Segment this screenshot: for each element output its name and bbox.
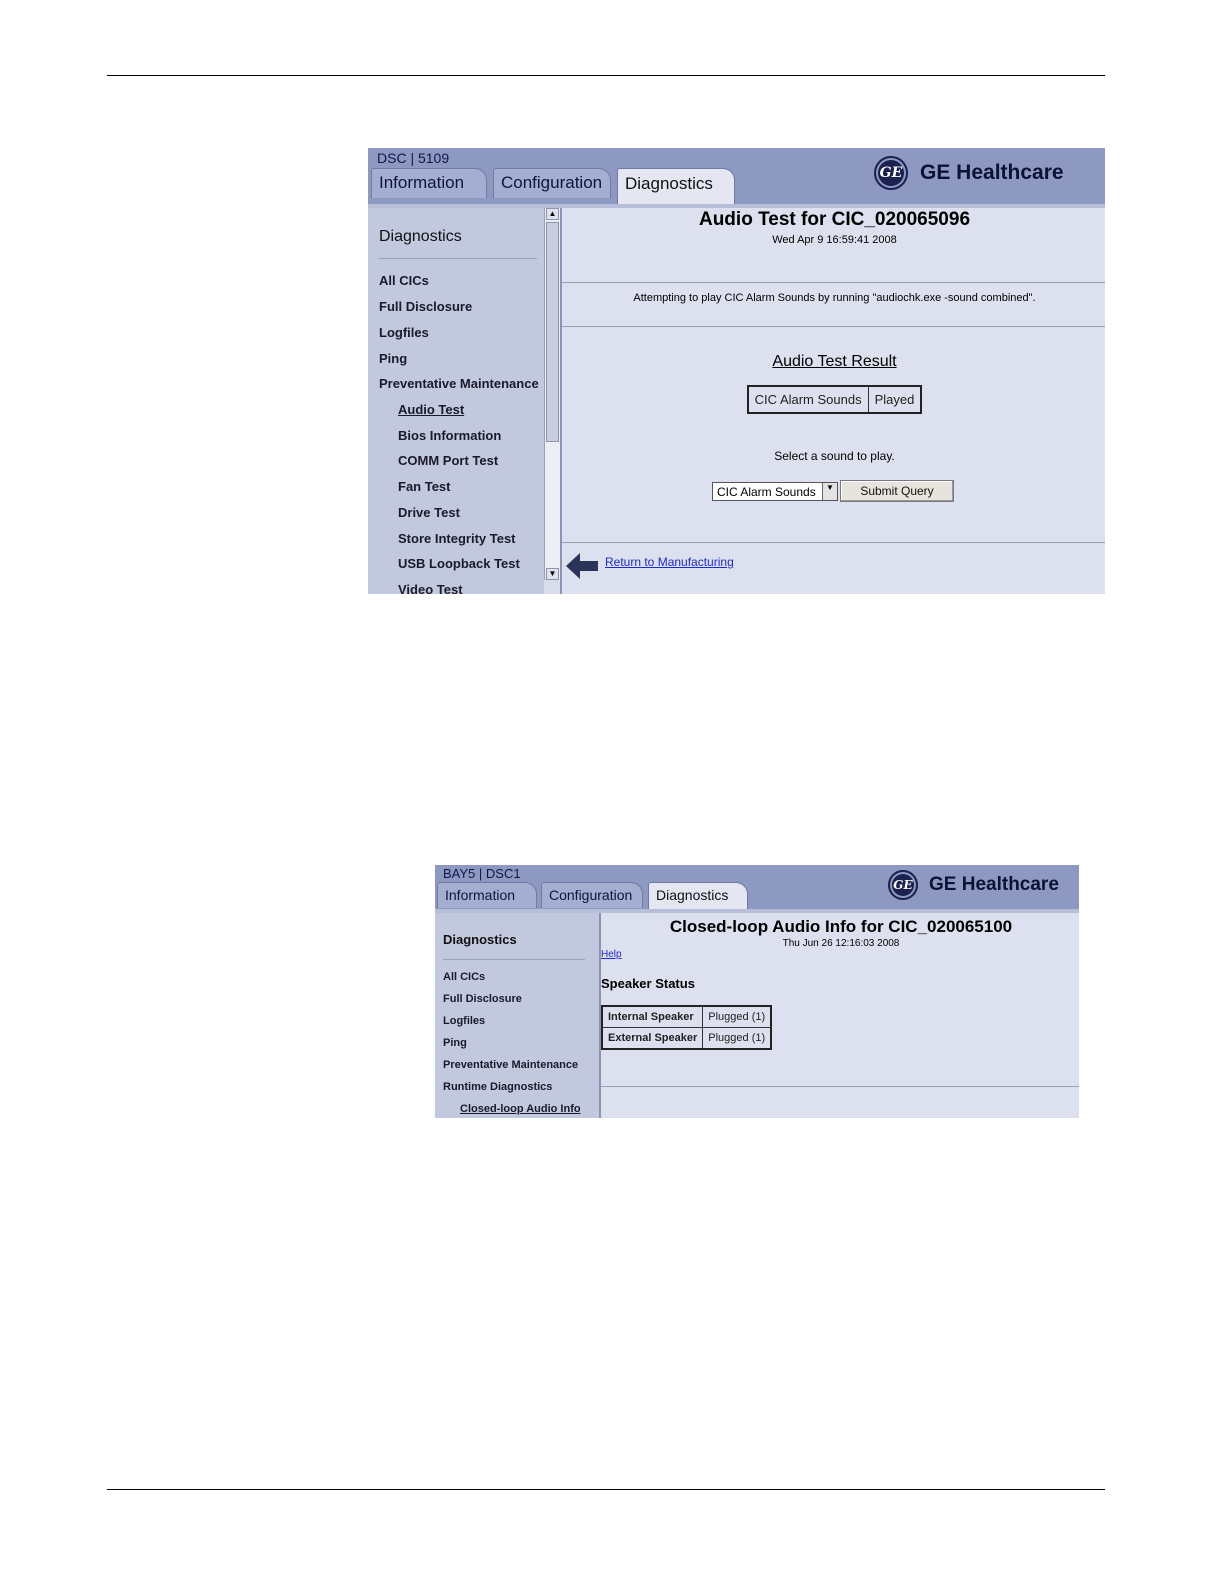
divider	[562, 326, 1105, 327]
table-row: CIC Alarm Sounds Played	[747, 385, 922, 414]
sidebar-item-drive-test[interactable]: Drive Test	[398, 505, 460, 520]
main-panel: Closed-loop Audio Info for CIC_020065100…	[599, 913, 1079, 1118]
sidebar-item-audio-test[interactable]: Audio Test	[398, 402, 464, 417]
sidebar-item-all-cics[interactable]: All CICs	[443, 971, 485, 983]
sidebar-item-closed-loop-audio-info[interactable]: Closed-loop Audio Info	[460, 1103, 581, 1115]
system-label: DSC | 5109	[377, 150, 450, 166]
sidebar-item-usb-loopback-test[interactable]: USB Loopback Test	[398, 556, 520, 571]
tab-label: Diagnostics	[656, 887, 729, 903]
brand-name: GE Healthcare	[920, 161, 1064, 184]
page-timestamp: Wed Apr 9 16:59:41 2008	[772, 234, 897, 246]
sidebar-item-all-cics[interactable]: All CICs	[379, 273, 429, 288]
sidebar-heading: Diagnostics	[379, 228, 462, 245]
tab-label: Configuration	[501, 173, 603, 192]
tab-configuration[interactable]: Configuration	[541, 882, 643, 908]
sound-select-value: CIC Alarm Sounds	[717, 485, 816, 499]
brand-name: GE Healthcare	[929, 874, 1059, 895]
table-row: External Speaker Plugged (1)	[601, 1027, 772, 1050]
top-rule	[107, 75, 1105, 76]
diagnostics-sidebar: Diagnostics All CICs Full Disclosure Log…	[368, 208, 544, 594]
header-bar: DSC | 5109 Information Configuration Dia…	[368, 148, 1105, 204]
page-title: Audio Test for CIC_020065096	[698, 209, 971, 230]
sidebar-item-video-test[interactable]: Video Test	[398, 582, 463, 594]
tab-information[interactable]: Information	[371, 168, 487, 198]
bottom-rule	[107, 1489, 1105, 1490]
sidebar-item-full-disclosure[interactable]: Full Disclosure	[379, 299, 472, 314]
result-table-wrap: CIC Alarm Sounds Played	[562, 385, 1105, 414]
closed-loop-audio-screenshot: BAY5 | DSC1 Information Configuration Di…	[435, 865, 1079, 1118]
sound-select[interactable]: CIC Alarm Sounds ▼	[712, 482, 838, 501]
sidebar-item-fan-test[interactable]: Fan Test	[398, 479, 451, 494]
page-title: Closed-loop Audio Info for CIC_020065100	[669, 917, 1013, 936]
sidebar-item-bios-information[interactable]: Bios Information	[398, 428, 501, 443]
left-arrow-icon	[566, 553, 598, 579]
sidebar-divider	[379, 258, 537, 259]
speaker-status: Plugged (1)	[702, 1027, 772, 1050]
tab-information[interactable]: Information	[437, 882, 537, 908]
header-bar: BAY5 | DSC1 Information Configuration Di…	[435, 865, 1079, 910]
system-label: BAY5 | DSC1	[443, 866, 521, 881]
sidebar-item-preventative-maintenance[interactable]: Preventative Maintenance	[379, 376, 539, 391]
page-timestamp: Thu Jun 26 12:16:03 2008	[782, 938, 900, 949]
status-message: Attempting to play CIC Alarm Sounds by r…	[633, 292, 1036, 304]
section-heading: Speaker Status	[601, 976, 695, 991]
tab-label: Diagnostics	[625, 174, 713, 193]
sidebar-item-comm-port-test[interactable]: COMM Port Test	[398, 453, 498, 468]
sidebar-item-ping[interactable]: Ping	[443, 1037, 467, 1049]
main-panel: Audio Test for CIC_020065096 Wed Apr 9 1…	[560, 208, 1105, 594]
diagnostics-sidebar: Diagnostics All CICs Full Disclosure Log…	[435, 913, 599, 1118]
scroll-down-icon[interactable]: ▼	[546, 568, 559, 580]
sidebar-heading: Diagnostics	[443, 932, 517, 947]
tab-label: Information	[379, 173, 465, 192]
scroll-up-icon[interactable]: ▲	[546, 208, 559, 220]
speaker-name: External Speaker	[601, 1027, 704, 1050]
submit-query-button[interactable]: Submit Query	[840, 480, 954, 502]
sidebar-item-logfiles[interactable]: Logfiles	[443, 1015, 485, 1027]
tab-label: Information	[445, 887, 516, 903]
tab-label: Configuration	[549, 887, 633, 903]
chevron-down-icon[interactable]: ▼	[822, 483, 837, 500]
divider	[562, 542, 1105, 543]
sidebar-scrollbar[interactable]: ▲ ▼	[544, 208, 560, 580]
ge-healthcare-logo: GE GE Healthcare	[888, 870, 1059, 900]
ge-healthcare-logo: GE GE Healthcare	[874, 156, 1064, 190]
result-heading: Audio Test Result	[772, 353, 897, 370]
tab-diagnostics[interactable]: Diagnostics	[617, 168, 735, 204]
ge-monogram-icon: GE	[888, 870, 918, 900]
result-table: CIC Alarm Sounds Played	[746, 385, 923, 414]
result-name: CIC Alarm Sounds	[747, 385, 869, 414]
help-link[interactable]: Help	[601, 949, 622, 960]
divider	[562, 282, 1105, 283]
sidebar-item-runtime-diagnostics[interactable]: Runtime Diagnostics	[443, 1081, 552, 1093]
sidebar-divider	[443, 959, 585, 960]
scrollbar-thumb[interactable]	[546, 222, 559, 442]
ge-monogram-icon: GE	[874, 156, 908, 190]
speaker-status: Plugged (1)	[702, 1005, 772, 1028]
table-row: Internal Speaker Plugged (1)	[601, 1005, 772, 1028]
audio-test-screenshot: DSC | 5109 Information Configuration Dia…	[368, 148, 1105, 594]
tab-configuration[interactable]: Configuration	[493, 168, 611, 198]
return-to-manufacturing-link[interactable]: Return to Manufacturing	[605, 555, 734, 569]
tab-diagnostics[interactable]: Diagnostics	[648, 882, 748, 910]
sidebar-item-logfiles[interactable]: Logfiles	[379, 325, 429, 340]
speaker-status-table: Internal Speaker Plugged (1) External Sp…	[601, 1005, 773, 1050]
select-prompt: Select a sound to play.	[774, 449, 895, 463]
sidebar-item-ping[interactable]: Ping	[379, 351, 407, 366]
speaker-name: Internal Speaker	[601, 1005, 704, 1028]
sidebar-item-preventative-maintenance[interactable]: Preventative Maintenance	[443, 1059, 578, 1071]
sidebar-item-store-integrity-test[interactable]: Store Integrity Test	[398, 531, 516, 546]
sidebar-item-full-disclosure[interactable]: Full Disclosure	[443, 993, 522, 1005]
divider	[601, 1086, 1079, 1087]
result-status: Played	[867, 385, 922, 414]
